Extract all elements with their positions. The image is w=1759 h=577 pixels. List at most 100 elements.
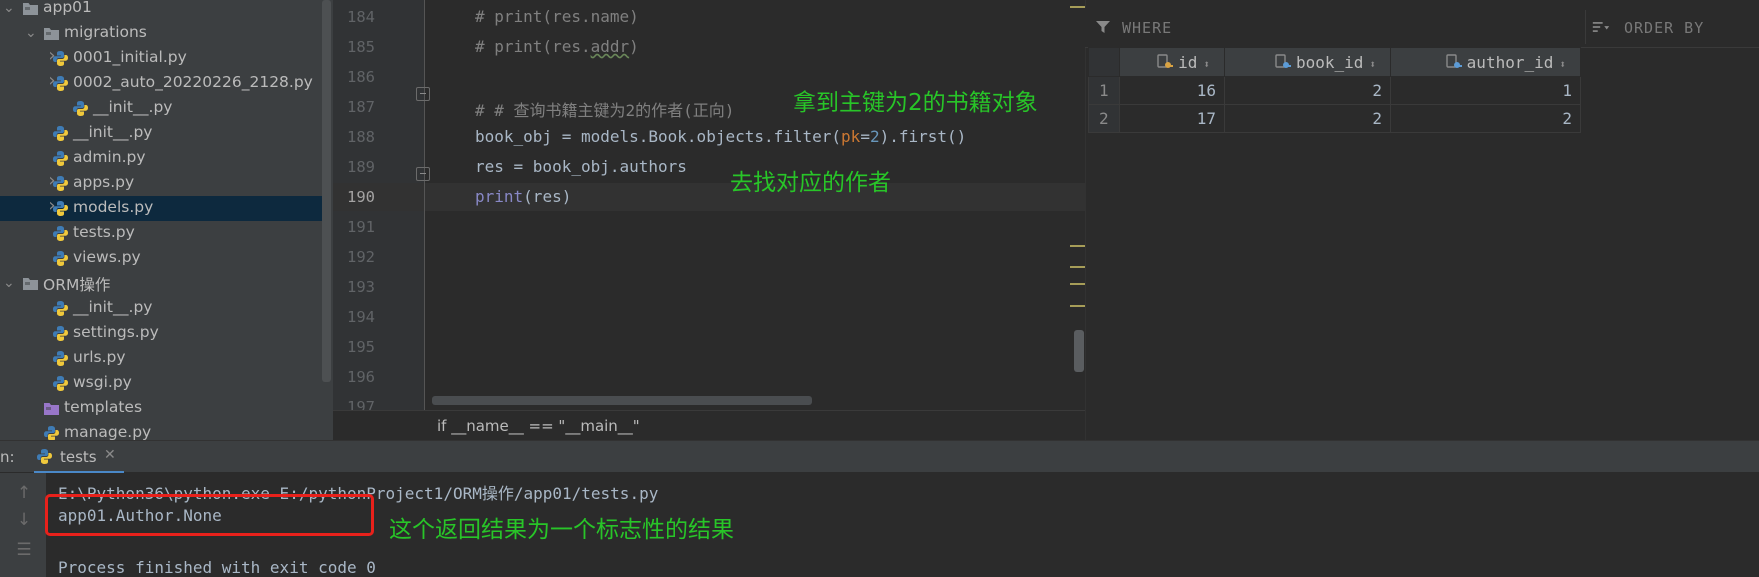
result-table: id ⬍ book_id ⬍ author_id ⬍ 1 16 2 1 2 17 2 … <box>1088 47 1581 133</box>
sort-toggle-icon[interactable]: ⬍ <box>1203 58 1210 71</box>
tree-item[interactable]: wsgi.py <box>0 371 322 396</box>
chevron-down-icon[interactable]: ⌄ <box>25 26 37 40</box>
table-row[interactable]: 1 16 2 1 <box>1088 76 1581 105</box>
sort-toggle-icon[interactable]: ⬍ <box>1559 58 1566 71</box>
tree-item-label: 0001_initial.py <box>73 48 187 66</box>
tree-item-label: manage.py <box>64 423 152 440</box>
order-by-input[interactable]: ORDER BY <box>1624 19 1704 37</box>
cell-id[interactable]: 17 <box>1119 104 1225 133</box>
column-header-book-id[interactable]: book_id ⬍ <box>1224 47 1391 77</box>
sort-toggle-icon[interactable]: ⬍ <box>1369 58 1376 71</box>
cell-author-id[interactable]: 2 <box>1390 104 1581 133</box>
column-header-id[interactable]: id ⬍ <box>1119 47 1225 77</box>
tree-item-label: app01 <box>43 0 92 16</box>
python-file-icon <box>52 175 69 192</box>
breadcrumb-item[interactable]: if __name__ == "__main__" <box>437 417 640 435</box>
tree-item[interactable]: › 0002_auto_20220226_2128.py <box>0 71 322 96</box>
tree-item[interactable]: ⌄ ORM操作 <box>0 271 322 296</box>
python-file-icon <box>52 50 69 67</box>
code-line-188[interactable]: book_obj = models.Book.objects.filter(pk… <box>475 127 966 146</box>
table-row[interactable]: 2 17 2 2 <box>1088 104 1581 133</box>
sort-icon[interactable] <box>1592 18 1610 36</box>
line-number: 187 <box>347 98 375 116</box>
breadcrumb[interactable]: if __name__ == "__main__" <box>333 410 1085 440</box>
annotation-book-object: 拿到主键为2的书籍对象 <box>793 90 1038 116</box>
arrow-down-icon[interactable]: ↓ <box>14 510 34 530</box>
scroll-marker <box>1070 305 1085 307</box>
filter-divider <box>1585 10 1586 44</box>
python-file-icon <box>52 75 69 92</box>
tree-item[interactable]: templates <box>0 396 322 421</box>
python-file-icon <box>52 375 69 392</box>
fold-marker[interactable] <box>416 167 430 181</box>
gutter-divider <box>424 0 425 410</box>
tree-item-label: settings.py <box>73 323 159 341</box>
console-line: Process finished with exit code 0 <box>58 558 376 577</box>
cell-book-id[interactable]: 2 <box>1224 76 1391 105</box>
soft-wrap-icon[interactable]: ☰ <box>14 540 34 560</box>
cell-author-id[interactable]: 1 <box>1390 76 1581 105</box>
cell-id[interactable]: 16 <box>1119 76 1225 105</box>
line-number: 194 <box>347 308 375 326</box>
where-input[interactable]: WHERE <box>1122 19 1172 37</box>
tree-item-label: tests.py <box>73 223 135 241</box>
close-icon[interactable]: ✕ <box>104 447 116 463</box>
line-number: 189 <box>347 158 375 176</box>
code-line-184[interactable]: # print(res.name) <box>475 7 639 26</box>
code-line-190[interactable]: print(res) <box>475 187 571 206</box>
tree-item-label: models.py <box>73 198 154 216</box>
tree-item[interactable]: › apps.py <box>0 171 322 196</box>
tree-item[interactable]: urls.py <box>0 346 322 371</box>
line-number: 186 <box>347 68 375 86</box>
code-line-187[interactable]: # # 查询书籍主键为2的作者(正向) <box>475 97 734 121</box>
foreign-key-icon <box>1274 53 1292 70</box>
editor-horizontal-scrollbar[interactable] <box>432 396 812 405</box>
tree-item[interactable]: __init__.py <box>0 96 322 121</box>
tree-item[interactable]: __init__.py <box>0 121 322 146</box>
tree-item[interactable]: › 0001_initial.py <box>0 46 322 71</box>
foreign-key-icon <box>1445 53 1463 70</box>
tree-item[interactable]: ⌄ app01 <box>0 0 322 21</box>
tree-item-label: urls.py <box>73 348 126 366</box>
column-label: author_id <box>1466 52 1554 72</box>
tree-item[interactable]: › models.py <box>0 196 322 221</box>
folder-icon <box>22 0 39 17</box>
editor-vertical-scrollbar[interactable] <box>1074 330 1084 372</box>
run-label: n: <box>0 448 15 466</box>
tree-item[interactable]: tests.py <box>0 221 322 246</box>
tree-item[interactable]: views.py <box>0 246 322 271</box>
tree-item-label: apps.py <box>73 173 135 191</box>
scroll-marker <box>1070 245 1085 247</box>
line-number: 184 <box>347 8 375 26</box>
current-line-highlight <box>333 183 1085 211</box>
arrow-up-icon[interactable]: ↑ <box>14 483 34 503</box>
tree-item[interactable]: manage.py <box>0 421 322 440</box>
row-number-header <box>1088 47 1120 77</box>
column-label: book_id <box>1295 52 1364 72</box>
chevron-down-icon[interactable]: ⌄ <box>3 1 15 15</box>
line-number: 192 <box>347 248 375 266</box>
scroll-marker <box>1070 6 1085 8</box>
python-file-icon <box>52 125 69 142</box>
tree-item-label: wsgi.py <box>73 373 132 391</box>
column-header-author-id[interactable]: author_id ⬍ <box>1390 47 1581 77</box>
tree-item[interactable]: ⌄ migrations <box>0 21 322 46</box>
scroll-marker <box>1070 283 1085 285</box>
tree-item-label: templates <box>64 398 143 416</box>
python-file-icon <box>72 100 89 117</box>
folder-icon <box>22 275 39 292</box>
tree-item[interactable]: settings.py <box>0 321 322 346</box>
tree-item[interactable]: admin.py <box>0 146 322 171</box>
code-line-189[interactable]: res = book_obj.authors <box>475 157 687 176</box>
line-number: 185 <box>347 38 375 56</box>
tree-item[interactable]: __init__.py <box>0 296 322 321</box>
chevron-down-icon[interactable]: ⌄ <box>3 276 15 290</box>
cell-book-id[interactable]: 2 <box>1224 104 1391 133</box>
table-header-row: id ⬍ book_id ⬍ author_id ⬍ <box>1088 47 1581 77</box>
run-tool-window-header: n: tests ✕ <box>0 440 1759 474</box>
project-tree-scrollbar[interactable] <box>322 0 331 382</box>
run-tab-tests[interactable]: tests ✕ <box>34 441 124 474</box>
filter-icon[interactable] <box>1094 18 1112 36</box>
fold-marker[interactable] <box>416 87 430 101</box>
code-line-185[interactable]: # print(res.addr) <box>475 37 639 56</box>
